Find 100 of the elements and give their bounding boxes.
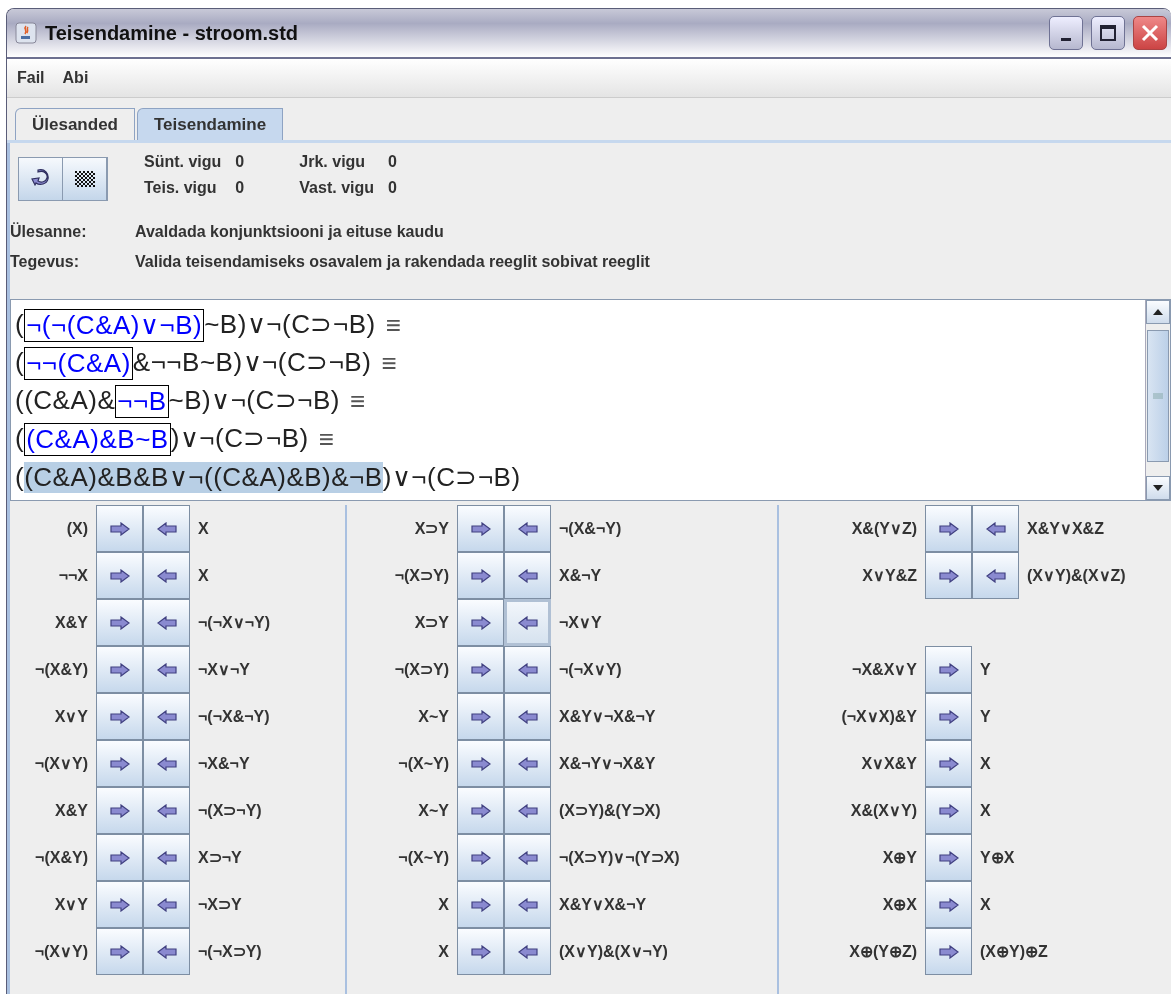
menu-item[interactable]: Abi bbox=[62, 69, 89, 87]
apply-forward-button[interactable] bbox=[457, 552, 504, 599]
apply-backward-button[interactable] bbox=[143, 787, 190, 834]
apply-backward-button[interactable] bbox=[504, 928, 551, 975]
apply-backward-button[interactable] bbox=[143, 834, 190, 881]
counter-value: 0 bbox=[388, 153, 397, 172]
tab[interactable]: Teisendamine bbox=[137, 108, 284, 140]
apply-forward-button[interactable] bbox=[96, 693, 143, 740]
apply-forward-button[interactable] bbox=[96, 834, 143, 881]
subformula-box[interactable]: ¬¬(C&A) bbox=[24, 346, 133, 380]
right-arrow-icon bbox=[938, 662, 959, 677]
right-arrow-icon bbox=[938, 756, 959, 771]
apply-backward-button[interactable] bbox=[143, 881, 190, 928]
apply-forward-button[interactable] bbox=[457, 834, 504, 881]
apply-backward-button[interactable] bbox=[143, 928, 190, 975]
equivalence-sign: ≡ bbox=[385, 309, 402, 341]
apply-backward-button[interactable] bbox=[504, 787, 551, 834]
rule-right-formula: X bbox=[197, 566, 210, 585]
rule-left-formula: ¬(X⊃Y) bbox=[393, 660, 450, 679]
scroll-down-button[interactable] bbox=[1146, 476, 1170, 500]
menu-item[interactable]: Fail bbox=[17, 69, 45, 87]
formula-text: &¬¬B~B)∨¬(C⊃¬B) bbox=[132, 346, 372, 379]
left-arrow-icon bbox=[517, 521, 538, 536]
apply-backward-button[interactable] bbox=[504, 740, 551, 787]
rule-left-formula: ¬X&X∨Y bbox=[851, 660, 918, 679]
scroll-up-button[interactable] bbox=[1146, 300, 1170, 324]
selected-formula-text: (C&A)&B&B∨¬((C&A)&B)&¬B bbox=[24, 461, 383, 493]
undo-button[interactable] bbox=[19, 158, 63, 200]
maximize-button[interactable] bbox=[1091, 16, 1125, 50]
apply-forward-button[interactable] bbox=[457, 505, 504, 552]
apply-backward-button[interactable] bbox=[504, 505, 551, 552]
right-arrow-icon bbox=[470, 662, 491, 677]
counter-value: 0 bbox=[235, 179, 246, 198]
apply-forward-button[interactable] bbox=[457, 787, 504, 834]
right-arrow-icon bbox=[938, 709, 959, 724]
apply-forward-button[interactable] bbox=[96, 599, 143, 646]
rule-left-formula: X⊕X bbox=[881, 895, 918, 914]
apply-forward-button[interactable] bbox=[925, 787, 972, 834]
apply-forward-button[interactable] bbox=[96, 552, 143, 599]
scroll-thumb[interactable] bbox=[1147, 330, 1169, 462]
apply-forward-button[interactable] bbox=[96, 740, 143, 787]
left-arrow-icon bbox=[156, 756, 177, 771]
counter-value: 0 bbox=[235, 153, 246, 172]
formula-text: ( bbox=[15, 346, 25, 379]
right-arrow-icon bbox=[470, 709, 491, 724]
apply-forward-button[interactable] bbox=[96, 505, 143, 552]
minimize-button[interactable] bbox=[1049, 16, 1083, 50]
right-arrow-icon bbox=[470, 568, 491, 583]
apply-forward-button[interactable] bbox=[96, 646, 143, 693]
right-arrow-icon bbox=[938, 897, 959, 912]
rule-left-formula: X⊕(Y⊕Z) bbox=[848, 942, 918, 961]
apply-forward-button[interactable] bbox=[457, 740, 504, 787]
rule-left-formula: X∨Y bbox=[53, 895, 89, 914]
apply-backward-button[interactable] bbox=[143, 599, 190, 646]
apply-forward-button[interactable] bbox=[925, 740, 972, 787]
left-arrow-icon bbox=[517, 662, 538, 677]
apply-forward-button[interactable] bbox=[925, 928, 972, 975]
apply-forward-button[interactable] bbox=[457, 599, 504, 646]
task-text: Avaldada konjunktsiooni ja eituse kaudu bbox=[135, 223, 445, 241]
apply-backward-button[interactable] bbox=[504, 552, 551, 599]
apply-backward-button[interactable] bbox=[143, 646, 190, 693]
apply-forward-button[interactable] bbox=[925, 693, 972, 740]
apply-forward-button[interactable] bbox=[96, 928, 143, 975]
counter-label: Vast. vigu bbox=[299, 179, 375, 198]
subformula-box[interactable]: (C&A)&B~B bbox=[24, 422, 171, 456]
apply-backward-button[interactable] bbox=[504, 599, 551, 646]
apply-backward-button[interactable] bbox=[972, 552, 1019, 599]
rule-right-formula: Y bbox=[979, 707, 992, 726]
apply-forward-button[interactable] bbox=[457, 881, 504, 928]
apply-forward-button[interactable] bbox=[457, 646, 504, 693]
formula-text: ( bbox=[15, 461, 25, 493]
checkerboard-button[interactable] bbox=[63, 158, 107, 200]
apply-forward-button[interactable] bbox=[925, 552, 972, 599]
apply-backward-button[interactable] bbox=[143, 693, 190, 740]
rule-right-formula: X&Y∨X&¬Y bbox=[558, 895, 648, 914]
subformula-box[interactable]: ¬(¬(C&A)∨¬B) bbox=[24, 308, 205, 342]
apply-forward-button[interactable] bbox=[925, 505, 972, 552]
subformula-box[interactable]: ¬¬B bbox=[115, 384, 169, 418]
right-arrow-icon bbox=[109, 944, 130, 959]
apply-forward-button[interactable] bbox=[457, 693, 504, 740]
apply-backward-button[interactable] bbox=[972, 505, 1019, 552]
apply-backward-button[interactable] bbox=[504, 834, 551, 881]
apply-backward-button[interactable] bbox=[143, 505, 190, 552]
apply-forward-button[interactable] bbox=[457, 928, 504, 975]
apply-backward-button[interactable] bbox=[143, 740, 190, 787]
apply-backward-button[interactable] bbox=[504, 693, 551, 740]
apply-backward-button[interactable] bbox=[143, 552, 190, 599]
apply-forward-button[interactable] bbox=[925, 834, 972, 881]
apply-backward-button[interactable] bbox=[504, 646, 551, 693]
apply-backward-button[interactable] bbox=[504, 881, 551, 928]
apply-forward-button[interactable] bbox=[925, 646, 972, 693]
apply-forward-button[interactable] bbox=[96, 881, 143, 928]
close-button[interactable] bbox=[1133, 16, 1167, 50]
apply-forward-button[interactable] bbox=[925, 881, 972, 928]
tab[interactable]: Ülesanded bbox=[15, 108, 135, 140]
rule-right-formula: X&¬Y bbox=[558, 566, 603, 585]
right-arrow-icon bbox=[109, 568, 130, 583]
apply-forward-button[interactable] bbox=[96, 787, 143, 834]
counter-label: Teis. vigu bbox=[144, 179, 218, 198]
rule-right-formula: X bbox=[979, 754, 992, 773]
